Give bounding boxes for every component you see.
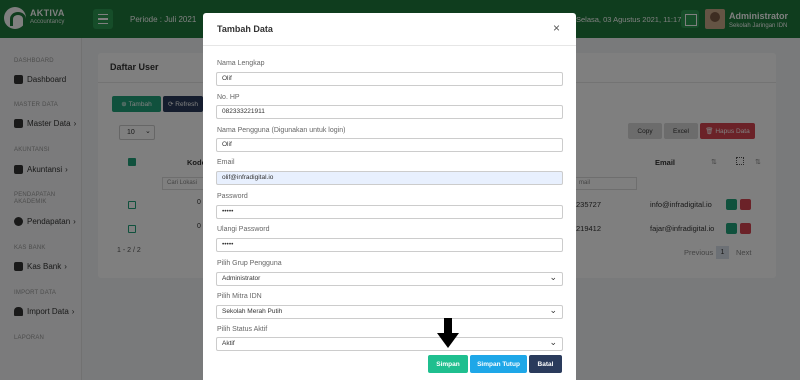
no-hp-input[interactable]: 082333221911 — [216, 105, 563, 119]
status-aktif-select[interactable]: Aktif — [216, 336, 563, 351]
nama-lengkap-label: Nama Lengkap — [217, 60, 265, 67]
mitra-idn-label: Pilih Mitra IDN — [217, 293, 262, 300]
tambah-data-modal: Tambah Data × Nama Lengkap Olif No. HP 0… — [203, 13, 576, 380]
nama-pengguna-input[interactable]: Olif — [216, 138, 563, 152]
password-label: Password — [217, 193, 248, 200]
nama-pengguna-label: Nama Pengguna (Digunakan untuk login) — [217, 127, 346, 134]
arrow-down-icon — [444, 318, 452, 333]
email-input[interactable]: olif@infradigital.io — [216, 171, 563, 185]
no-hp-label: No. HP — [217, 94, 240, 101]
ulangi-password-input[interactable]: ••••• — [216, 238, 563, 252]
status-aktif-value: Aktif — [222, 340, 235, 347]
simpan-button[interactable]: Simpan — [428, 355, 468, 373]
mitra-idn-select[interactable]: Sekolah Merah Putih — [216, 304, 563, 319]
status-aktif-label: Pilih Status Aktif — [217, 326, 268, 333]
grup-pengguna-label: Pilih Grup Pengguna — [217, 260, 282, 267]
email-label: Email — [217, 159, 235, 166]
arrow-head-icon — [437, 333, 459, 348]
simpan-tutup-button[interactable]: Simpan Tutup — [470, 355, 527, 373]
modal-divider — [203, 45, 576, 46]
batal-button[interactable]: Batal — [529, 355, 562, 373]
grup-pengguna-value: Administrator — [222, 275, 261, 282]
grup-pengguna-select[interactable]: Administrator — [216, 271, 563, 286]
mitra-idn-value: Sekolah Merah Putih — [222, 308, 283, 315]
close-icon[interactable]: × — [553, 21, 560, 35]
nama-lengkap-input[interactable]: Olif — [216, 72, 563, 86]
password-input[interactable]: ••••• — [216, 205, 563, 219]
ulangi-password-label: Ulangi Password — [217, 226, 270, 233]
modal-title: Tambah Data — [217, 24, 273, 34]
